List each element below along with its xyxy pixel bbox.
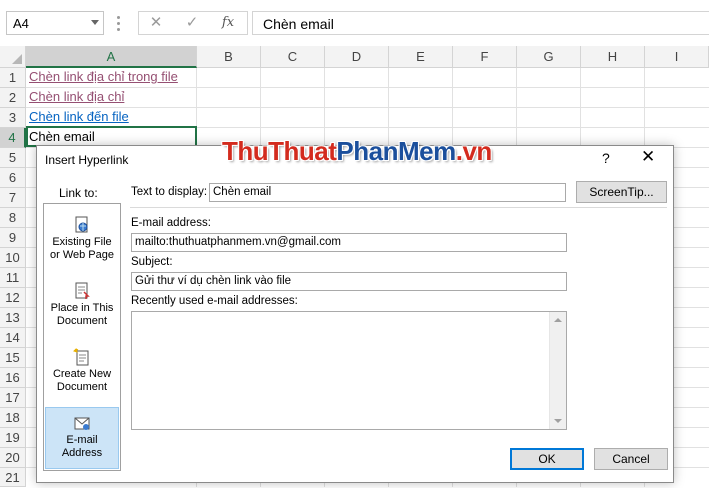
column-header-f[interactable]: F	[453, 46, 517, 68]
row-header-7[interactable]: 7	[0, 188, 26, 208]
column-header-d[interactable]: D	[325, 46, 389, 68]
insert-hyperlink-dialog: Insert Hyperlink ? ✕ Link to: Existing F…	[36, 145, 674, 483]
row-header-19[interactable]: 19	[0, 428, 26, 448]
web-page-icon	[75, 216, 88, 233]
link-to-existing-file[interactable]: Existing File or Web Page	[45, 210, 119, 272]
name-box-value: A4	[13, 16, 29, 31]
link-to-existing-file-line2: or Web Page	[49, 249, 114, 261]
row-header-8[interactable]: 8	[0, 208, 26, 228]
link-to-email-line2: Address	[61, 447, 103, 459]
row-header-6[interactable]: 6	[0, 168, 26, 188]
link-to-existing-file-line1: Existing File	[52, 236, 112, 248]
row-header-18[interactable]: 18	[0, 408, 26, 428]
row-header-13[interactable]: 13	[0, 308, 26, 328]
help-icon[interactable]: ?	[602, 150, 610, 166]
column-header-c[interactable]: C	[261, 46, 325, 68]
cancel-button[interactable]: Cancel	[594, 448, 668, 470]
formula-bar: A4 ✕ ✓ fx Chèn email	[0, 0, 709, 46]
select-all-corner[interactable]	[0, 46, 26, 68]
link-to-panel: Existing File or Web Page Place in This …	[43, 203, 121, 471]
formula-input-value: Chèn email	[263, 16, 334, 32]
close-icon[interactable]: ✕	[641, 147, 655, 167]
text-to-display-label: Text to display:	[131, 186, 208, 198]
dialog-title: Insert Hyperlink	[45, 153, 129, 167]
row-header-16[interactable]: 16	[0, 368, 26, 388]
row-header-21[interactable]: 21	[0, 468, 26, 487]
column-header-g[interactable]: G	[517, 46, 581, 68]
new-document-icon	[73, 348, 89, 366]
screentip-button[interactable]: ScreenTip...	[576, 181, 667, 203]
name-box[interactable]: A4	[6, 11, 104, 35]
column-header-i[interactable]: I	[645, 46, 709, 68]
text-to-display-input[interactable]: Chèn email	[209, 183, 566, 202]
cell-a1[interactable]: Chèn link địa chỉ trong file	[29, 67, 178, 87]
row-header-20[interactable]: 20	[0, 448, 26, 468]
email-address-label: E-mail address:	[131, 217, 211, 229]
row-header-11[interactable]: 11	[0, 268, 26, 288]
column-header-e[interactable]: E	[389, 46, 453, 68]
row-header-12[interactable]: 12	[0, 288, 26, 308]
recent-emails-scrollbar[interactable]	[549, 312, 566, 429]
row-header-10[interactable]: 10	[0, 248, 26, 268]
link-to-create-line2: Document	[56, 381, 108, 393]
chevron-down-icon[interactable]	[91, 20, 99, 25]
row-header-2[interactable]: 2	[0, 88, 26, 108]
email-icon	[74, 417, 90, 430]
row-header-15[interactable]: 15	[0, 348, 26, 368]
check-icon[interactable]: ✓	[181, 14, 203, 32]
link-to-create-new-document[interactable]: Create New Document	[45, 342, 119, 404]
link-to-email-address[interactable]: E-mail Address	[45, 407, 119, 469]
dialog-separator	[130, 207, 667, 208]
scroll-up-icon[interactable]	[554, 318, 562, 322]
link-to-place-line1: Place in This	[50, 302, 114, 314]
watermark-part-1: ThuThuat	[222, 136, 337, 166]
row-header-14[interactable]: 14	[0, 328, 26, 348]
insert-function-icon[interactable]: fx	[217, 14, 239, 32]
active-cell-border	[26, 126, 197, 147]
row-header-5[interactable]: 5	[0, 148, 26, 168]
document-anchor-icon	[75, 282, 90, 299]
email-address-input[interactable]: mailto:thuthuatphanmem.vn@gmail.com	[131, 233, 567, 252]
formula-bar-grip[interactable]	[117, 14, 121, 32]
link-to-label: Link to:	[59, 186, 98, 200]
formula-buttons: ✕ ✓ fx	[138, 11, 248, 35]
cell-a2[interactable]: Chèn link địa chỉ	[29, 87, 124, 107]
recent-emails-list[interactable]	[131, 311, 567, 430]
link-to-create-line1: Create New	[52, 368, 112, 380]
column-header-b[interactable]: B	[197, 46, 261, 68]
link-to-place-line2: Document	[56, 315, 108, 327]
subject-label: Subject:	[131, 256, 173, 268]
scroll-down-icon[interactable]	[554, 419, 562, 423]
subject-input[interactable]: Gửi thư ví dụ chèn link vào file	[131, 272, 567, 291]
recent-emails-label: Recently used e-mail addresses:	[131, 295, 298, 307]
column-header-h[interactable]: H	[581, 46, 645, 68]
row-header-4[interactable]: 4	[0, 128, 26, 148]
link-to-place-in-document[interactable]: Place in This Document	[45, 276, 119, 338]
watermark-logo: ThuThuatPhanMem.vn	[222, 136, 492, 167]
watermark-part-2: PhanMem	[336, 136, 456, 166]
watermark-part-3: .vn	[455, 136, 493, 166]
row-header-1[interactable]: 1	[0, 68, 26, 88]
row-header-17[interactable]: 17	[0, 388, 26, 408]
formula-input[interactable]: Chèn email	[252, 11, 709, 35]
cell-a3[interactable]: Chèn link đến file	[29, 107, 129, 127]
row-header-9[interactable]: 9	[0, 228, 26, 248]
row-header-3[interactable]: 3	[0, 108, 26, 128]
ok-button[interactable]: OK	[510, 448, 584, 470]
link-to-email-line1: E-mail	[66, 434, 98, 446]
cancel-icon[interactable]: ✕	[145, 14, 167, 32]
gridline	[26, 87, 709, 88]
column-header-a[interactable]: A	[26, 46, 197, 68]
